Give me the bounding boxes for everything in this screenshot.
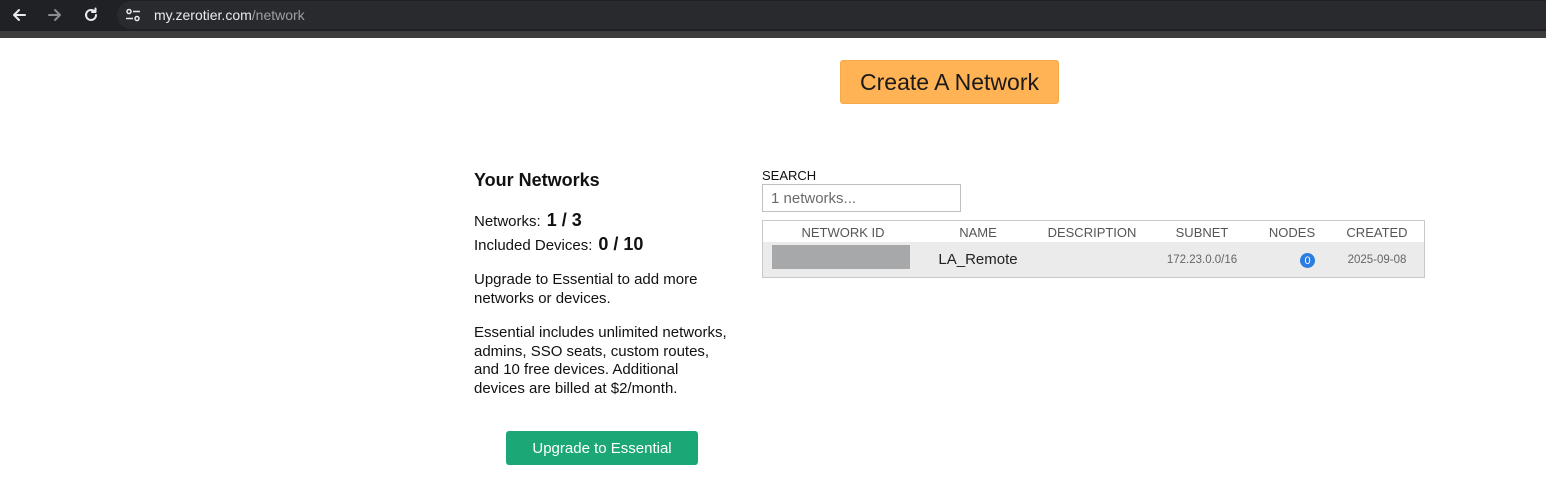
arrow-left-icon [13, 9, 26, 21]
column-header-description[interactable]: DESCRIPTION [1048, 225, 1137, 240]
toolbar-divider [0, 31, 1546, 38]
table-row[interactable]: LA_Remote 172.23.0.0/16 0 2025-09-08 [763, 242, 1424, 277]
reload-button[interactable] [78, 3, 104, 27]
reload-icon [85, 7, 97, 21]
network-subnet: 172.23.0.0/16 [1166, 254, 1238, 266]
network-id-redacted[interactable] [772, 245, 910, 269]
essential-plan-note: Essential includes unlimited networks, a… [474, 324, 727, 397]
arrow-right-icon [48, 9, 61, 21]
search-label: SEARCH [762, 168, 817, 183]
forward-button[interactable] [42, 3, 68, 27]
networks-count-label: Networks: [474, 213, 541, 230]
column-header-network-id[interactable]: NETWORK ID [801, 225, 884, 240]
create-network-button[interactable]: Create A Network [840, 60, 1059, 104]
devices-count-row: Included Devices: 0 / 10 [474, 233, 734, 257]
browser-toolbar: my.zerotier.com/network [0, 0, 1546, 31]
panel-title: Your Networks [474, 170, 600, 190]
url-text[interactable]: my.zerotier.com/network [154, 7, 305, 23]
upgrade-to-essential-button[interactable]: Upgrade to Essential [506, 431, 698, 465]
network-created-date: 2025-09-08 [1347, 254, 1407, 266]
url-host: my.zerotier.com [154, 7, 252, 23]
nodes-count-badge: 0 [1300, 253, 1315, 268]
column-header-subnet[interactable]: SUBNET [1176, 225, 1229, 240]
network-name[interactable]: LA_Remote [938, 251, 1017, 268]
search-input[interactable] [762, 184, 961, 212]
column-header-created[interactable]: CREATED [1346, 225, 1407, 240]
column-header-name[interactable]: NAME [959, 225, 997, 240]
tune-icon [126, 8, 140, 22]
networks-table: NETWORK ID NAME DESCRIPTION SUBNET NODES… [762, 220, 1425, 278]
networks-summary-panel: Your Networks Networks: 1 / 3 Included De… [474, 168, 734, 398]
devices-count-label: Included Devices: [474, 237, 593, 254]
devices-count-value: 0 / 10 [598, 234, 644, 254]
upgrade-note: Upgrade to Essential to add more network… [474, 271, 698, 307]
back-button[interactable] [6, 3, 32, 27]
url-path: /network [251, 7, 305, 23]
address-bar[interactable]: my.zerotier.com/network [117, 1, 1546, 29]
networks-count-row: Networks: 1 / 3 [474, 209, 734, 233]
column-header-nodes[interactable]: NODES [1269, 225, 1315, 240]
networks-count-value: 1 / 3 [546, 210, 582, 230]
site-info-button[interactable] [123, 5, 143, 25]
